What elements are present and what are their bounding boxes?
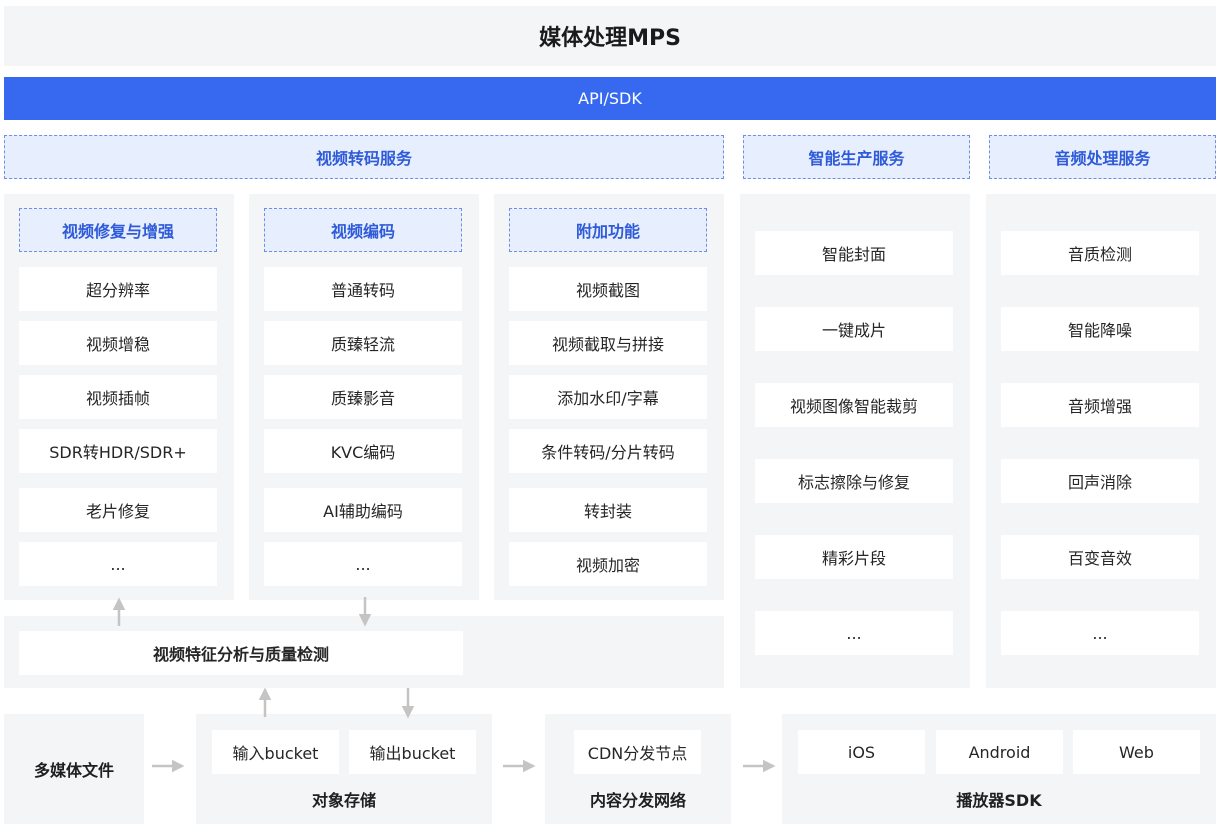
flow-arrows <box>112 597 776 773</box>
